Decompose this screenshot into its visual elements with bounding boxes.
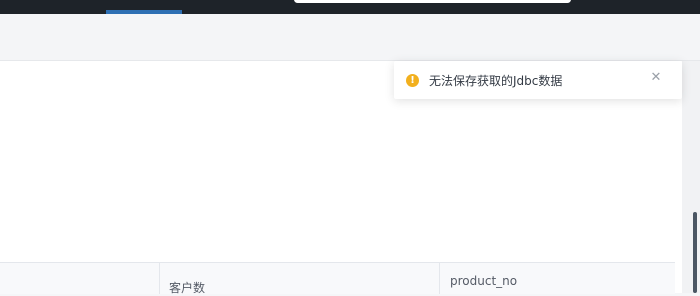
warning-notification: ! 无法保存获取的Jdbc数据 ✕ [394, 61, 682, 99]
close-icon[interactable]: ✕ [649, 71, 663, 85]
top-nav-bar [0, 0, 700, 14]
table-header-cell-product-no[interactable]: product_no [439, 263, 676, 294]
table-header-row: 客户数 product_no [0, 262, 676, 295]
search-input[interactable] [294, 0, 571, 3]
table-header-label: product_no [450, 274, 518, 288]
table-header-label: 客户数 [169, 281, 206, 295]
table-header-cell-customers[interactable]: 客户数 [159, 263, 439, 295]
scrollbar-track [682, 61, 700, 293]
toolbar-area [0, 14, 700, 61]
notification-message: 无法保存获取的Jdbc数据 [429, 74, 563, 88]
table-header-cell [0, 263, 158, 294]
scrollbar-thumb[interactable] [693, 212, 697, 293]
warning-icon: ! [406, 74, 419, 87]
